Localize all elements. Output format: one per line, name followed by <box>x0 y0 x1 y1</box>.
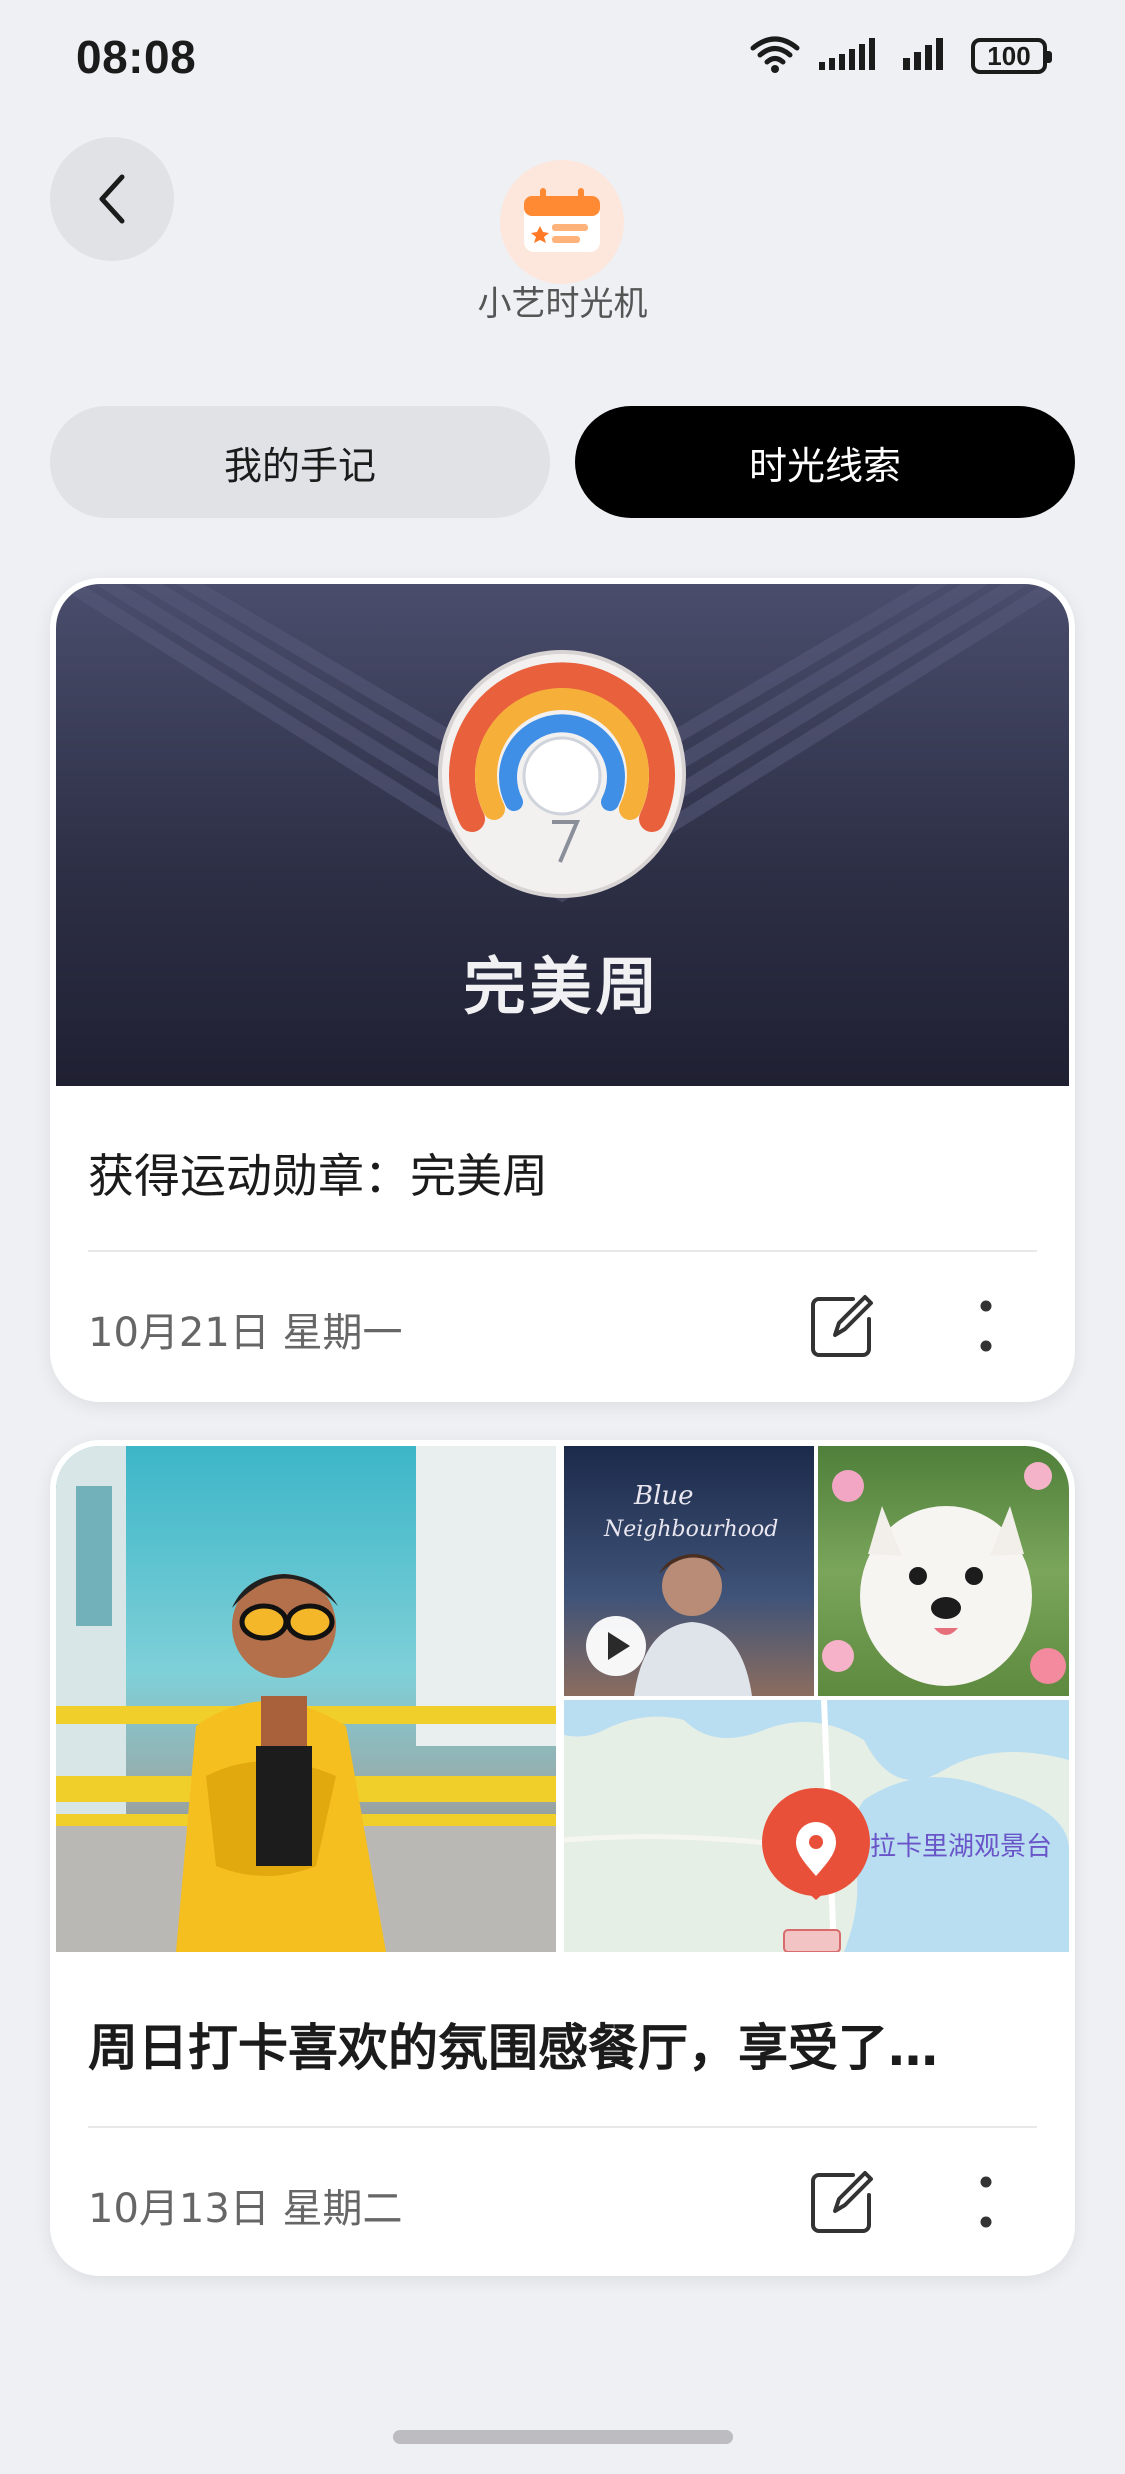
timeline-card-medal[interactable]: 完美周 获得运动勋章：完美周 10月21日 星期一 <box>50 578 1075 1402</box>
more-icon[interactable] <box>946 1286 1026 1366</box>
status-bar: 08:08 100 <box>0 0 1125 120</box>
chevron-left-icon <box>99 174 125 224</box>
app-icon <box>500 160 624 284</box>
photo-woman-yellow-jacket[interactable] <box>56 1446 556 1952</box>
card-title: 获得运动勋章：完美周 <box>88 1149 548 1203</box>
more-icon[interactable] <box>946 2162 1026 2242</box>
svg-text:Neighbourhood: Neighbourhood <box>603 1517 778 1542</box>
tab-my-notes[interactable]: 我的手记 <box>50 406 550 518</box>
app-name: 小艺时光机 <box>477 284 648 324</box>
wifi-icon <box>749 34 801 78</box>
status-time: 08:08 <box>76 31 197 83</box>
svg-text:Blue: Blue <box>633 1481 694 1511</box>
medal-icon <box>438 650 686 898</box>
medal-banner: 完美周 <box>56 584 1069 1086</box>
timeline-card-restaurant[interactable]: Blue Neighbourhood 拉卡里湖观景台 周日打卡喜欢的氛围感餐厅，… <box>50 1440 1075 2276</box>
photo-album-cover[interactable]: Blue Neighbourhood <box>564 1446 814 1696</box>
home-indicator[interactable] <box>393 2430 733 2444</box>
signal-icon-sim2 <box>903 36 953 76</box>
battery-icon: 100 <box>971 38 1052 74</box>
card-title: 周日打卡喜欢的氛围感餐厅，享受了… <box>88 2019 938 2077</box>
card-date: 10月13日 星期二 <box>88 2186 403 2232</box>
map-location-label: 拉卡里湖观景台 <box>870 1832 1053 1862</box>
divider <box>88 1250 1037 1252</box>
card-date: 10月21日 星期一 <box>88 1310 403 1356</box>
divider <box>88 2126 1037 2128</box>
calendar-icon <box>524 188 600 252</box>
tab-time-clues[interactable]: 时光线索 <box>575 406 1075 518</box>
map-thumbnail[interactable]: 拉卡里湖观景台 <box>564 1700 1069 1952</box>
banner-title: 完美周 <box>463 950 662 1023</box>
signal-icon-sim1 <box>819 36 885 76</box>
edit-icon[interactable] <box>802 2162 882 2242</box>
photo-white-dog[interactable] <box>818 1446 1069 1696</box>
edit-icon[interactable] <box>802 1286 882 1366</box>
back-button[interactable] <box>50 137 174 261</box>
status-icons: 100 <box>749 34 1052 78</box>
